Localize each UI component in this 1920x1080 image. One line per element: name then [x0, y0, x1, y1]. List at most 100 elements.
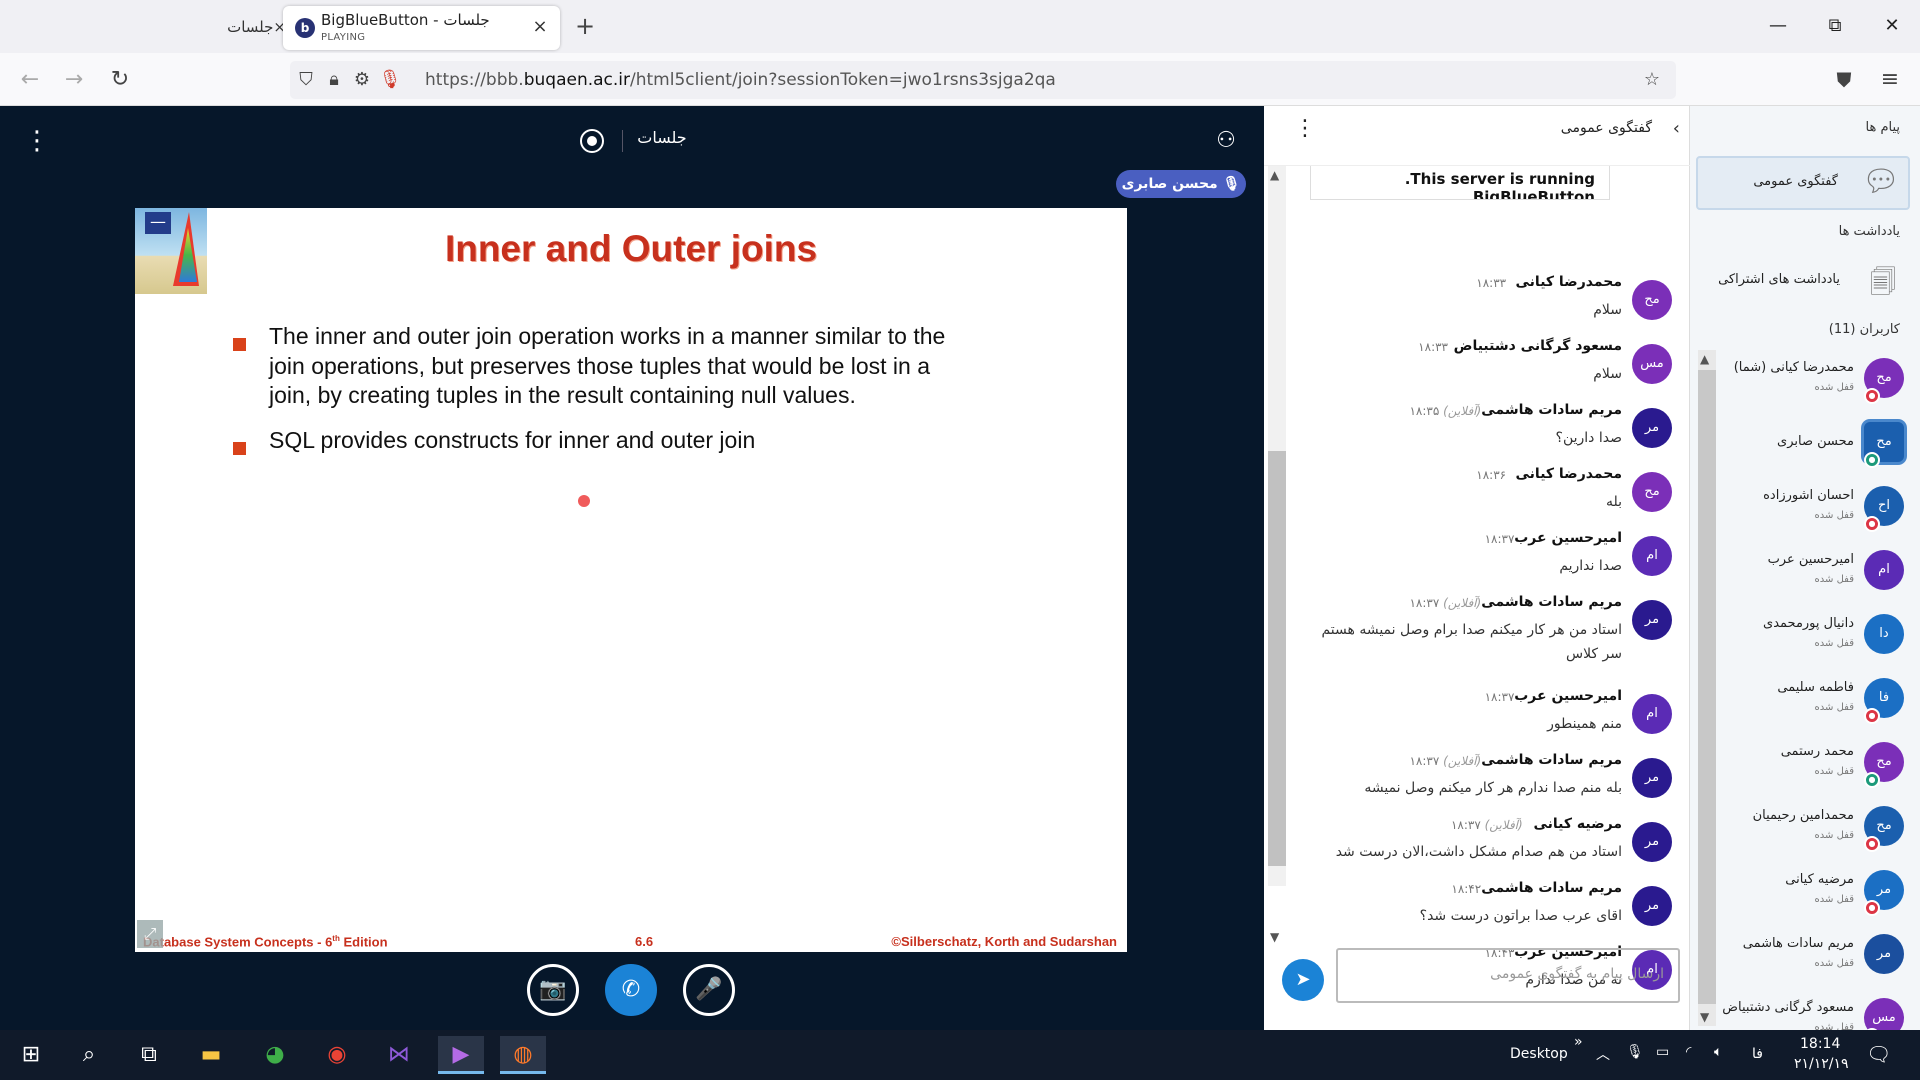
chat-message: مر مرضیه کیانی (آفلاین) ۱۸:۳۷ استاد من هم ص… — [1304, 816, 1684, 876]
volume-icon[interactable]: 🔈︎ — [1714, 1044, 1722, 1060]
bigbluebutton-link[interactable]: BigBlueButton — [1473, 188, 1595, 199]
task-view-icon[interactable]: ⧉ — [126, 1036, 172, 1074]
slide-footer-left: Database System Concepts - 6th Edition — [143, 934, 388, 950]
shared-notes-item[interactable]: یادداشت های اشتراکی — [1718, 272, 1840, 287]
users-scroll-thumb[interactable] — [1698, 370, 1716, 1004]
message-meta: (آفلاین) ۱۸:۳۷ — [1409, 596, 1481, 610]
browser-tab-bar: ×جلسات b BigBlueButton - جلسات PLAYING ×… — [0, 0, 1920, 53]
input-language[interactable]: فا — [1752, 1046, 1763, 1062]
slide-bullet: The inner and outer join operation works… — [269, 323, 946, 408]
user-item[interactable]: مح ● محسن صابری — [1720, 418, 1920, 482]
desktop-toolbar-label[interactable]: Desktop — [1510, 1046, 1568, 1062]
mic-muted-badge-icon: ● — [1864, 388, 1880, 404]
chevron-back-icon[interactable]: ‹ — [1673, 118, 1680, 139]
avatar: مر — [1864, 934, 1904, 974]
bookmark-star-icon[interactable]: ☆ — [1638, 66, 1666, 94]
user-item[interactable]: دا دانیال پورمحمدی قفل شده — [1720, 610, 1920, 674]
chat-scroll-thumb[interactable] — [1268, 451, 1286, 866]
wifi-icon[interactable]: ◜ — [1686, 1044, 1691, 1060]
message-time: ۱۸:۳۵ — [1409, 404, 1440, 418]
tab-inactive[interactable]: ×جلسات — [196, 12, 286, 42]
clock-date[interactable]: ۲۱/۱۲/۱۹ — [1794, 1056, 1849, 1072]
user-name: محمدامین رحیمیان — [1752, 808, 1854, 823]
download-manager-icon[interactable]: ◕ — [252, 1036, 298, 1074]
message-author: محمدرضا کیانی — [1515, 466, 1622, 482]
hamburger-menu-icon[interactable]: ≡ — [1874, 64, 1906, 96]
tray-overflow-icon[interactable]: ︿ — [1596, 1044, 1610, 1064]
user-item[interactable]: ام امیرحسین عرب قفل شده — [1720, 546, 1920, 610]
tab-close-icon[interactable]: × — [529, 16, 551, 38]
public-chat-item[interactable]: 💬︎ گفتگوی عمومی — [1696, 156, 1910, 210]
minimize-button[interactable]: — — [1758, 10, 1798, 42]
user-name: فاطمه سلیمی — [1777, 680, 1854, 695]
user-item[interactable]: فا ● فاطمه سلیمی قفل شده — [1720, 674, 1920, 738]
user-item[interactable]: مر ● مرضیه کیانی قفل شده — [1720, 866, 1920, 930]
microphone-tray-icon[interactable]: 🎙︎ — [1626, 1044, 1644, 1060]
user-item[interactable]: مح ● محمدامین رحیمیان قفل شده — [1720, 802, 1920, 866]
new-tab-button[interactable]: + — [575, 12, 595, 40]
scroll-up-icon[interactable]: ▲ — [1700, 352, 1709, 366]
message-meta: (آفلاین) ۱۸:۳۷ — [1409, 754, 1481, 768]
chat-options-icon[interactable]: ⋮ — [1294, 116, 1316, 141]
scroll-down-icon[interactable]: ▼ — [1270, 930, 1279, 944]
user-list-toggle-icon[interactable]: ⚇ — [1212, 128, 1240, 156]
user-item[interactable]: مح ● محمدرضا کیانی (شما) قفل شده — [1720, 354, 1920, 418]
visual-studio-icon[interactable]: ⋈ — [376, 1036, 422, 1074]
windows-taskbar: ⊞ ⌕ ⧉ ▬ ◕ ◉ ⋈ ▶ ◍ Desktop » ︿ 🎙︎ ▭ ◜ 🔈︎ … — [0, 1030, 1920, 1080]
chrome-icon[interactable]: ◉ — [314, 1036, 360, 1074]
url-bar[interactable]: ⛉ 🔒︎ ⚙ 🎙︎ https://bbb.buqaen.ac.ir/html5… — [290, 61, 1676, 99]
chat-panel: ‹ گفتگوی عمومی ⋮ .This server is running… — [1264, 106, 1690, 1030]
avatar: مر — [1632, 822, 1672, 862]
notifications-icon[interactable]: 🗨︎ — [1866, 1042, 1891, 1066]
scroll-down-icon[interactable]: ▼ — [1700, 1010, 1709, 1024]
mute-microphone-button[interactable]: 🎤 — [683, 964, 735, 1016]
reload-icon[interactable]: ↻ — [104, 64, 136, 96]
restore-button[interactable]: ⧉ — [1815, 10, 1855, 42]
battery-icon[interactable]: ▭ — [1656, 1044, 1669, 1060]
user-item[interactable]: مح ● محمد رستمی قفل شده — [1720, 738, 1920, 802]
message-text: بله منم صدا ندارم هر کار میکنم وصل نمیشه — [1364, 780, 1622, 796]
permissions-icon[interactable]: ⚙ — [348, 66, 376, 94]
recording-indicator-icon[interactable] — [580, 129, 604, 153]
media-player-icon[interactable]: ▶ — [438, 1036, 484, 1074]
forward-arrow-icon[interactable]: → — [58, 64, 90, 96]
search-icon[interactable]: ⌕ — [66, 1036, 112, 1074]
fullscreen-icon[interactable]: ⤢ — [137, 920, 163, 948]
bullet-marker — [233, 442, 246, 455]
user-item[interactable]: مر مریم سادات هاشمی قفل شده — [1720, 930, 1920, 994]
user-status: قفل شده — [1814, 382, 1854, 393]
shared-notes-icon[interactable]: 🗐 — [1870, 264, 1896, 308]
windows-start-icon[interactable]: ⊞ — [8, 1036, 54, 1074]
scroll-up-icon[interactable]: ▲ — [1270, 168, 1279, 182]
back-arrow-icon[interactable]: ← — [14, 64, 46, 96]
close-window-button[interactable]: ✕ — [1872, 10, 1912, 42]
message-author: امیرحسین عرب — [1514, 530, 1622, 546]
lock-icon[interactable]: 🔒︎ — [320, 66, 348, 94]
leave-audio-button[interactable]: ✆ — [605, 964, 657, 1016]
url-text[interactable]: https://bbb.buqaen.ac.ir/html5client/joi… — [425, 70, 1056, 90]
microphone-icon: 🎙︎ — [1217, 176, 1241, 192]
pocket-icon[interactable]: ⛊ — [1828, 64, 1860, 96]
user-item[interactable]: اح ● احسان اشورزاده قفل شده — [1720, 482, 1920, 546]
options-menu-icon[interactable]: ⋮ — [24, 128, 50, 154]
chat-message-input[interactable]: ارسال پیام به گفتگوی عمومی — [1336, 948, 1680, 1003]
chat-message: ام امیرحسین عرب ۱۸:۳۷ صدا نداریم — [1304, 530, 1684, 590]
users-section-title: کاربران (11) — [1828, 322, 1900, 337]
send-message-button[interactable]: ➤ — [1282, 959, 1324, 1001]
presentation-slide: — Inner and Outer joins The inner and ou… — [135, 208, 1127, 952]
user-status: قفل شده — [1814, 510, 1854, 521]
chat-message: مر مریم سادات هاشمی (آفلاین) ۱۸:۳۷ استاد من… — [1304, 594, 1684, 662]
shield-icon[interactable]: ⛉ — [292, 66, 320, 94]
tab-active[interactable]: b BigBlueButton - جلسات PLAYING × — [283, 6, 560, 50]
message-time: ۱۸:۳۶ — [1476, 468, 1507, 482]
avatar: مر — [1632, 758, 1672, 798]
user-name: امیرحسین عرب — [1767, 552, 1854, 567]
browser-nav-bar: ← → ↻ ⛉ 🔒︎ ⚙ 🎙︎ https://bbb.buqaen.ac.ir… — [0, 53, 1920, 106]
camera-off-button[interactable]: 📷 — [527, 964, 579, 1016]
toolbar-chevron[interactable]: » — [1574, 1034, 1583, 1050]
microphone-sharing-icon[interactable]: 🎙︎ — [376, 66, 404, 94]
file-explorer-icon[interactable]: ▬ — [188, 1036, 234, 1074]
clock-time[interactable]: 18:14 — [1800, 1036, 1840, 1052]
message-author: مریم سادات هاشمی — [1481, 752, 1622, 768]
firefox-icon[interactable]: ◍ — [500, 1036, 546, 1074]
